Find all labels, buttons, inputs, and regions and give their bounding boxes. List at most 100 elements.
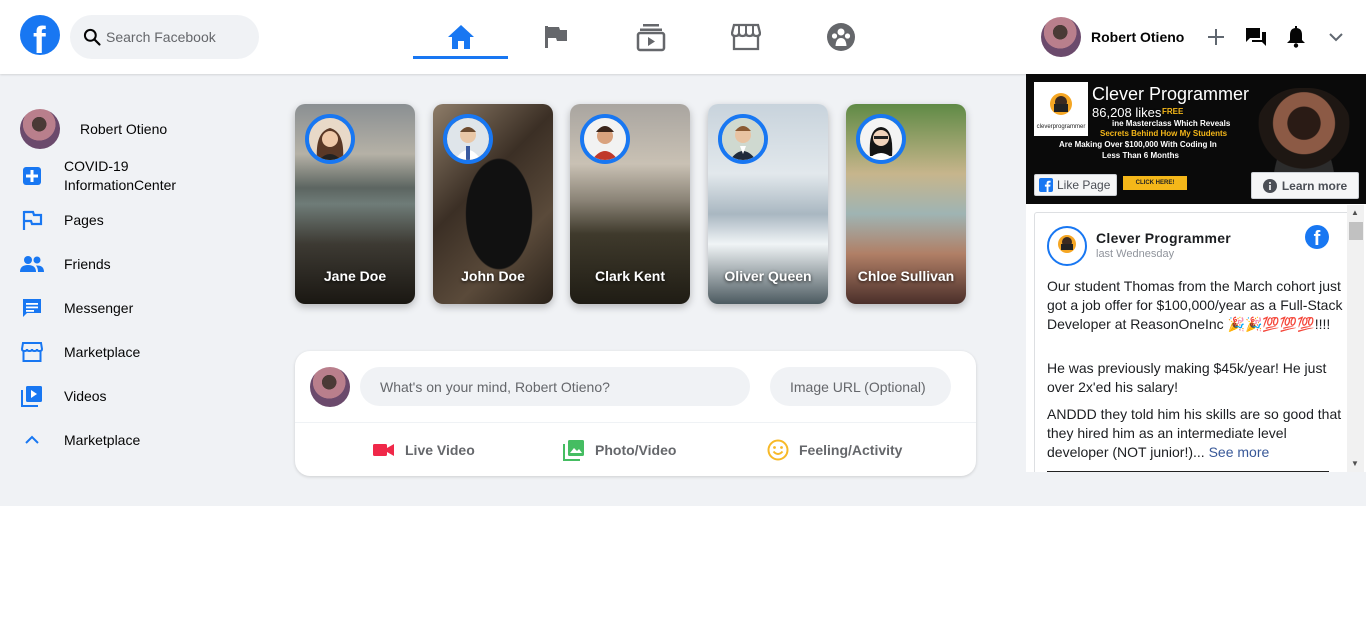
photo-library-icon bbox=[563, 440, 584, 461]
search-box[interactable] bbox=[70, 15, 259, 59]
sidebar-item-see-less[interactable]: Marketplace bbox=[20, 418, 270, 462]
like-page-label: Like Page bbox=[1057, 178, 1111, 192]
post-author[interactable]: Clever Programmer bbox=[1096, 230, 1231, 246]
store-icon bbox=[20, 341, 44, 363]
sidebar-item-label: Marketplace bbox=[64, 344, 141, 360]
sidebar-item-messenger[interactable]: Messenger bbox=[20, 286, 270, 330]
story-avatar bbox=[856, 114, 906, 164]
sidebar-item-label: COVID-19 InformationCenter bbox=[64, 158, 177, 193]
notifications-button[interactable] bbox=[1276, 26, 1316, 48]
see-more-link[interactable]: See more bbox=[1209, 444, 1270, 460]
sidebar-item-covid[interactable]: COVID-19 InformationCenter bbox=[20, 154, 270, 198]
story-card[interactable]: John Doe bbox=[433, 104, 553, 304]
page-logo[interactable]: cleverprogrammer bbox=[1034, 82, 1088, 136]
page-cover[interactable]: cleverprogrammer Clever Programmer 86,20… bbox=[1026, 74, 1366, 204]
sidebar-item-label: Marketplace bbox=[64, 432, 141, 448]
scrollbar-thumb[interactable] bbox=[1349, 222, 1363, 240]
video-library-icon bbox=[20, 385, 44, 407]
learn-more-button[interactable]: Learn more bbox=[1251, 172, 1359, 199]
left-sidebar: Robert Otieno COVID-19 InformationCenter… bbox=[20, 104, 270, 462]
like-page-button[interactable]: Like Page bbox=[1034, 174, 1118, 196]
plus-icon bbox=[1208, 29, 1225, 45]
story-name: Clark Kent bbox=[594, 268, 666, 284]
flag-icon bbox=[544, 25, 567, 48]
widget-scrollbar[interactable] bbox=[1347, 205, 1364, 472]
live-video-button[interactable]: Live Video bbox=[373, 439, 475, 461]
video-camera-icon bbox=[373, 444, 394, 456]
photo-video-label: Photo/Video bbox=[595, 442, 677, 458]
chat-icon bbox=[20, 297, 44, 319]
top-header: f Robert Otieno bbox=[0, 0, 1366, 74]
facebook-logo-icon[interactable]: f bbox=[20, 15, 60, 55]
story-name: Oliver Queen bbox=[724, 268, 812, 284]
facebook-icon[interactable]: f bbox=[1305, 225, 1329, 250]
story-card[interactable]: Clark Kent bbox=[570, 104, 690, 304]
tab-pages[interactable] bbox=[508, 14, 603, 59]
scroll-down-icon[interactable]: ▼ bbox=[1351, 459, 1359, 468]
photo-video-button[interactable]: Photo/Video bbox=[563, 439, 676, 461]
cover-text-line: Are Making Over $100,000 With Coding In bbox=[1059, 140, 1217, 149]
tab-marketplace[interactable] bbox=[698, 14, 793, 59]
story-card[interactable]: Jane Doe bbox=[295, 104, 415, 304]
sidebar-item-label: Friends bbox=[64, 256, 111, 272]
post-paragraph: Our student Thomas from the March cohort… bbox=[1047, 278, 1343, 332]
messenger-icon bbox=[1246, 28, 1267, 46]
story-card[interactable]: Oliver Queen bbox=[708, 104, 828, 304]
watch-icon bbox=[636, 23, 665, 51]
search-icon bbox=[83, 28, 101, 46]
scroll-up-icon[interactable]: ▲ bbox=[1351, 208, 1359, 217]
facebook-icon bbox=[1039, 178, 1053, 192]
avatar[interactable] bbox=[310, 367, 350, 407]
tab-groups[interactable] bbox=[793, 14, 888, 59]
sidebar-user-name: Robert Otieno bbox=[80, 121, 168, 137]
post-composer: Live Video Photo/Video Feeling/Activity bbox=[295, 351, 976, 476]
home-icon bbox=[447, 24, 474, 49]
learn-more-label: Learn more bbox=[1281, 178, 1348, 193]
sidebar-item-label: Pages bbox=[64, 212, 104, 228]
story-name: Chloe Sullivan bbox=[857, 268, 955, 284]
tab-watch[interactable] bbox=[603, 14, 698, 59]
cover-text-line: Less Than 6 Months bbox=[1102, 151, 1179, 160]
page-logo-text: cleverprogrammer bbox=[1036, 124, 1086, 130]
post-author-avatar[interactable] bbox=[1047, 226, 1087, 266]
post-paragraph-text: ANDDD they told him his skills are so go… bbox=[1047, 406, 1342, 460]
create-button[interactable] bbox=[1196, 28, 1236, 46]
tab-home[interactable] bbox=[413, 14, 508, 59]
account-menu-button[interactable] bbox=[1316, 29, 1356, 45]
sidebar-item-pages[interactable]: Pages bbox=[20, 198, 270, 242]
sidebar-item-profile[interactable]: Robert Otieno bbox=[20, 104, 270, 154]
story-avatar bbox=[305, 114, 355, 164]
header-user-name[interactable]: Robert Otieno bbox=[1091, 29, 1184, 45]
search-input[interactable] bbox=[106, 29, 256, 45]
sidebar-item-videos[interactable]: Videos bbox=[20, 374, 270, 418]
smile-icon bbox=[767, 439, 789, 461]
page-likes: 86,208 likes bbox=[1092, 105, 1162, 120]
sidebar-item-marketplace[interactable]: Marketplace bbox=[20, 330, 270, 374]
story-avatar bbox=[580, 114, 630, 164]
info-icon bbox=[1262, 178, 1277, 193]
divider bbox=[295, 422, 976, 423]
image-url-input[interactable] bbox=[770, 367, 951, 406]
post-image[interactable] bbox=[1047, 471, 1329, 472]
post-text-input[interactable] bbox=[360, 367, 750, 406]
store-icon bbox=[730, 23, 761, 50]
bell-icon bbox=[1287, 26, 1306, 48]
story-card[interactable]: Chloe Sullivan bbox=[846, 104, 966, 304]
page-plugin-widget: cleverprogrammer Clever Programmer 86,20… bbox=[1026, 74, 1366, 472]
avatar[interactable] bbox=[1041, 17, 1081, 57]
messenger-button[interactable] bbox=[1236, 26, 1276, 48]
story-avatar bbox=[443, 114, 493, 164]
header-right: Robert Otieno bbox=[1041, 17, 1356, 57]
feeling-activity-button[interactable]: Feeling/Activity bbox=[767, 439, 902, 461]
page-name[interactable]: Clever Programmer bbox=[1092, 84, 1249, 105]
story-name: Jane Doe bbox=[323, 268, 387, 284]
app: f Robert Otieno bbox=[0, 0, 1366, 506]
cover-text-line: ine Masterclass Which Reveals bbox=[1112, 119, 1231, 128]
cover-text-line: Secrets Behind How My Students bbox=[1100, 129, 1228, 138]
sidebar-item-label: Messenger bbox=[64, 300, 134, 316]
avatar bbox=[20, 109, 60, 149]
post-time[interactable]: last Wednesday bbox=[1096, 248, 1174, 260]
live-video-label: Live Video bbox=[405, 442, 475, 458]
plus-square-icon bbox=[20, 165, 44, 187]
sidebar-item-friends[interactable]: Friends bbox=[20, 242, 270, 286]
